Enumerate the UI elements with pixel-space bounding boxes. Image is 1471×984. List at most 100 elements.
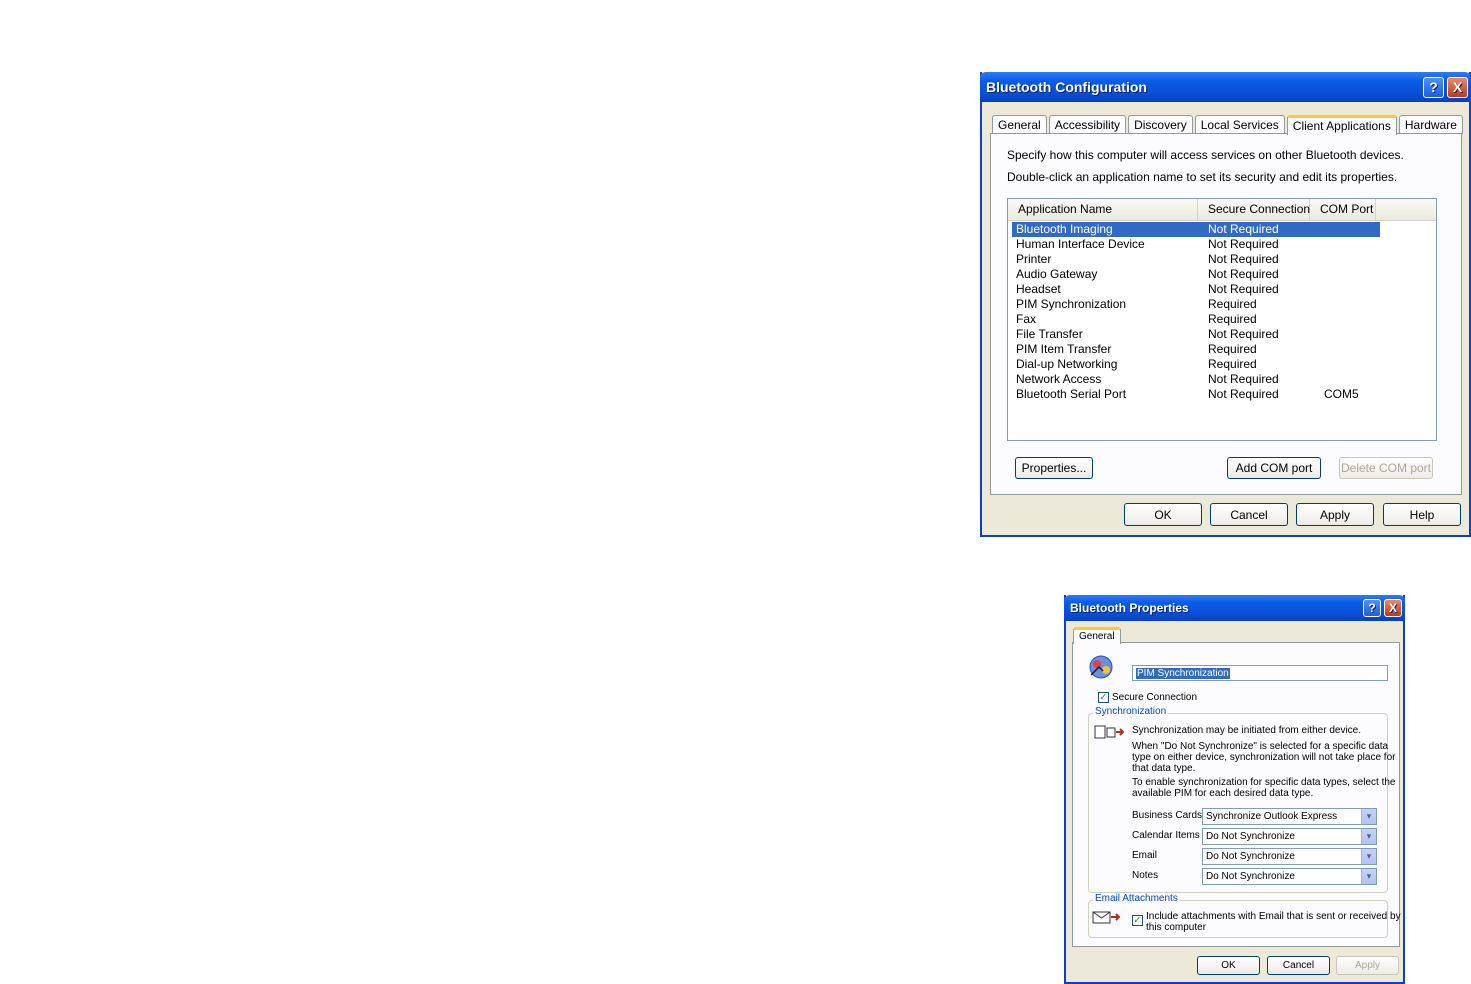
tab-general[interactable]: General xyxy=(1073,627,1121,644)
application-name-value: PIM Synchronization xyxy=(1136,668,1230,679)
help-button[interactable]: Help xyxy=(1383,503,1461,526)
row-application-name: PIM Synchronization xyxy=(1016,297,1127,311)
row-secure-connection: Not Required xyxy=(1208,267,1279,281)
table-row[interactable]: Human Interface Device Not Required xyxy=(1012,237,1436,252)
list-header: Application Name Secure Connection COM P… xyxy=(1008,199,1436,221)
row-application-name: Headset xyxy=(1016,282,1061,296)
cancel-button[interactable]: Cancel xyxy=(1267,956,1330,975)
row-secure-connection: Not Required xyxy=(1208,327,1279,341)
email-value: Do Not Synchronize xyxy=(1206,851,1295,862)
ok-button[interactable]: OK xyxy=(1197,956,1260,975)
tab-local-services[interactable]: Local Services xyxy=(1194,115,1285,134)
chevron-down-icon[interactable]: ▾ xyxy=(1361,809,1376,824)
tab-accessibility[interactable]: Accessibility xyxy=(1048,115,1127,134)
table-row[interactable]: Bluetooth Serial Port Not Required COM5 xyxy=(1012,387,1436,402)
business-cards-dropdown[interactable]: Synchronize Outlook Express ▾ xyxy=(1202,808,1377,825)
row-com-port xyxy=(1314,237,1380,252)
title-bar[interactable]: Bluetooth Properties ? X xyxy=(1064,595,1405,621)
table-row[interactable]: Printer Not Required xyxy=(1012,252,1436,267)
tab-panel: Specify how this computer will access se… xyxy=(990,133,1462,495)
cancel-button[interactable]: Cancel xyxy=(1210,503,1288,526)
table-row[interactable]: Headset Not Required xyxy=(1012,282,1436,297)
window-title: Bluetooth Configuration xyxy=(986,79,1147,95)
column-header-secure-connection[interactable]: Secure Connection xyxy=(1198,199,1310,220)
tab-hardware[interactable]: Hardware xyxy=(1398,115,1463,134)
properties-button[interactable]: Properties... xyxy=(1015,457,1093,479)
row-com-port xyxy=(1314,252,1380,267)
description-text-2: Double-click an application name to set … xyxy=(1007,170,1398,184)
add-com-port-button[interactable]: Add COM port xyxy=(1227,457,1321,479)
apply-button[interactable]: Apply xyxy=(1336,956,1399,975)
table-row[interactable]: Network Access Not Required xyxy=(1012,372,1436,387)
calendar-items-value: Do Not Synchronize xyxy=(1206,831,1295,842)
application-name-field[interactable]: PIM Synchronization xyxy=(1132,665,1388,681)
title-bar[interactable]: Bluetooth Configuration ? X xyxy=(980,72,1471,102)
table-row[interactable]: PIM Item Transfer Required xyxy=(1012,342,1436,357)
email-attachments-group: Email Attachments ✓ Include attachments … xyxy=(1088,893,1401,938)
synchronization-group: Synchronization Synchronization may be i… xyxy=(1088,706,1395,893)
apply-button[interactable]: Apply xyxy=(1296,503,1374,526)
sync-text-1: Synchronization may be initiated from ei… xyxy=(1132,725,1362,736)
window-title: Bluetooth Properties xyxy=(1070,601,1189,615)
row-secure-connection: Not Required xyxy=(1208,387,1279,401)
notes-dropdown[interactable]: Do Not Synchronize ▾ xyxy=(1202,868,1377,885)
bluetooth-configuration-window: Bluetooth Configuration ? X General Acce… xyxy=(980,72,1471,537)
row-com-port xyxy=(1314,312,1380,327)
chevron-down-icon[interactable]: ▾ xyxy=(1361,869,1376,884)
notes-value: Do Not Synchronize xyxy=(1206,871,1295,882)
column-header-application-name[interactable]: Application Name xyxy=(1008,199,1198,220)
row-secure-connection: Not Required xyxy=(1208,222,1279,236)
row-secure-connection: Not Required xyxy=(1208,282,1279,296)
row-application-name: File Transfer xyxy=(1016,327,1083,341)
tab-panel: PIM Synchronization ✓ Secure Connection … xyxy=(1072,642,1401,947)
calendar-items-label: Calendar Items xyxy=(1132,830,1200,841)
row-application-name: Network Access xyxy=(1016,372,1102,386)
table-row[interactable]: File Transfer Not Required xyxy=(1012,327,1436,342)
close-icon[interactable]: X xyxy=(1447,76,1468,98)
chevron-down-icon[interactable]: ▾ xyxy=(1361,829,1376,844)
secure-connection-checkbox[interactable]: ✓ xyxy=(1098,692,1109,703)
sync-devices-icon xyxy=(1094,725,1124,739)
tab-client-applications[interactable]: Client Applications xyxy=(1286,115,1397,135)
list-body: Bluetooth Imaging Not Required Human Int… xyxy=(1008,221,1436,402)
row-secure-connection: Not Required xyxy=(1208,252,1279,266)
table-row[interactable]: Audio Gateway Not Required xyxy=(1012,267,1436,282)
row-com-port xyxy=(1314,267,1380,282)
row-application-name: Printer xyxy=(1016,252,1052,266)
secure-connection-label: Secure Connection xyxy=(1112,692,1198,703)
tab-discovery[interactable]: Discovery xyxy=(1128,115,1193,134)
row-com-port xyxy=(1314,222,1380,237)
row-secure-connection: Not Required xyxy=(1208,237,1279,251)
tab-general[interactable]: General xyxy=(992,115,1047,134)
business-cards-label: Business Cards xyxy=(1132,810,1203,821)
row-application-name: Dial-up Networking xyxy=(1016,357,1118,371)
help-question-icon[interactable]: ? xyxy=(1363,599,1381,617)
envelope-icon xyxy=(1092,911,1120,924)
application-list[interactable]: Application Name Secure Connection COM P… xyxy=(1007,198,1437,441)
email-attachments-group-title: Email Attachments xyxy=(1093,893,1180,904)
row-com-port xyxy=(1314,297,1380,312)
help-question-icon[interactable]: ? xyxy=(1423,76,1444,98)
close-icon[interactable]: X xyxy=(1384,599,1402,617)
include-attachments-checkbox[interactable]: ✓ xyxy=(1132,915,1143,926)
attach-text-1: Include attachments with Email that is s… xyxy=(1146,911,1401,922)
sync-text-3b: available PIM for each desired data type… xyxy=(1132,788,1314,799)
email-label: Email xyxy=(1132,850,1158,861)
row-com-port xyxy=(1314,342,1380,357)
row-com-port xyxy=(1314,357,1380,372)
calendar-items-dropdown[interactable]: Do Not Synchronize ▾ xyxy=(1202,828,1377,845)
ok-button[interactable]: OK xyxy=(1124,503,1202,526)
table-row[interactable]: PIM Synchronization Required xyxy=(1012,297,1436,312)
sync-text-3a: To enable synchronization for specific d… xyxy=(1132,777,1396,788)
delete-com-port-button[interactable]: Delete COM port xyxy=(1339,457,1433,479)
table-row[interactable]: Dial-up Networking Required xyxy=(1012,357,1436,372)
business-cards-value: Synchronize Outlook Express xyxy=(1206,811,1338,822)
column-header-com-port[interactable]: COM Port xyxy=(1310,199,1376,220)
table-row[interactable]: Bluetooth Imaging Not Required xyxy=(1012,222,1380,237)
attach-text-2: this computer xyxy=(1146,922,1207,933)
row-com-port xyxy=(1314,372,1380,387)
email-dropdown[interactable]: Do Not Synchronize ▾ xyxy=(1202,848,1377,865)
row-secure-connection: Required xyxy=(1208,357,1257,371)
table-row[interactable]: Fax Required xyxy=(1012,312,1436,327)
chevron-down-icon[interactable]: ▾ xyxy=(1361,849,1376,864)
